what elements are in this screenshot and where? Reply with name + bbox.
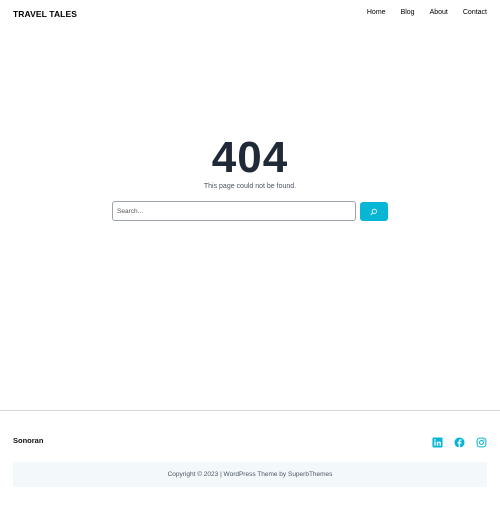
copyright-bar: Copyright © 2023 | WordPress Theme by Su… (13, 462, 487, 487)
nav-blog[interactable]: Blog (401, 9, 415, 16)
instagram-icon[interactable] (476, 435, 487, 448)
error-message: This page could not be found. (203, 183, 297, 190)
search-button[interactable] (360, 202, 388, 221)
error-code: 404 (211, 133, 289, 182)
search-icon (370, 208, 377, 215)
nav-home[interactable]: Home (367, 9, 386, 16)
footer-divider (0, 410, 500, 411)
copyright-text: Copyright © 2023 | WordPress Theme by Su… (167, 471, 333, 478)
search-input[interactable] (112, 201, 356, 221)
site-header: TRAVEL TALES Home Blog About Contact (0, 0, 500, 28)
social-links (432, 435, 487, 448)
site-title[interactable]: TRAVEL TALES (13, 9, 77, 19)
nav-about[interactable]: About (430, 9, 448, 16)
main-nav: Home Blog About Contact (367, 9, 487, 16)
linkedin-icon[interactable] (432, 435, 443, 448)
nav-contact[interactable]: Contact (463, 9, 487, 16)
footer-brand[interactable]: Sonoran (13, 436, 43, 445)
facebook-icon[interactable] (454, 435, 465, 448)
